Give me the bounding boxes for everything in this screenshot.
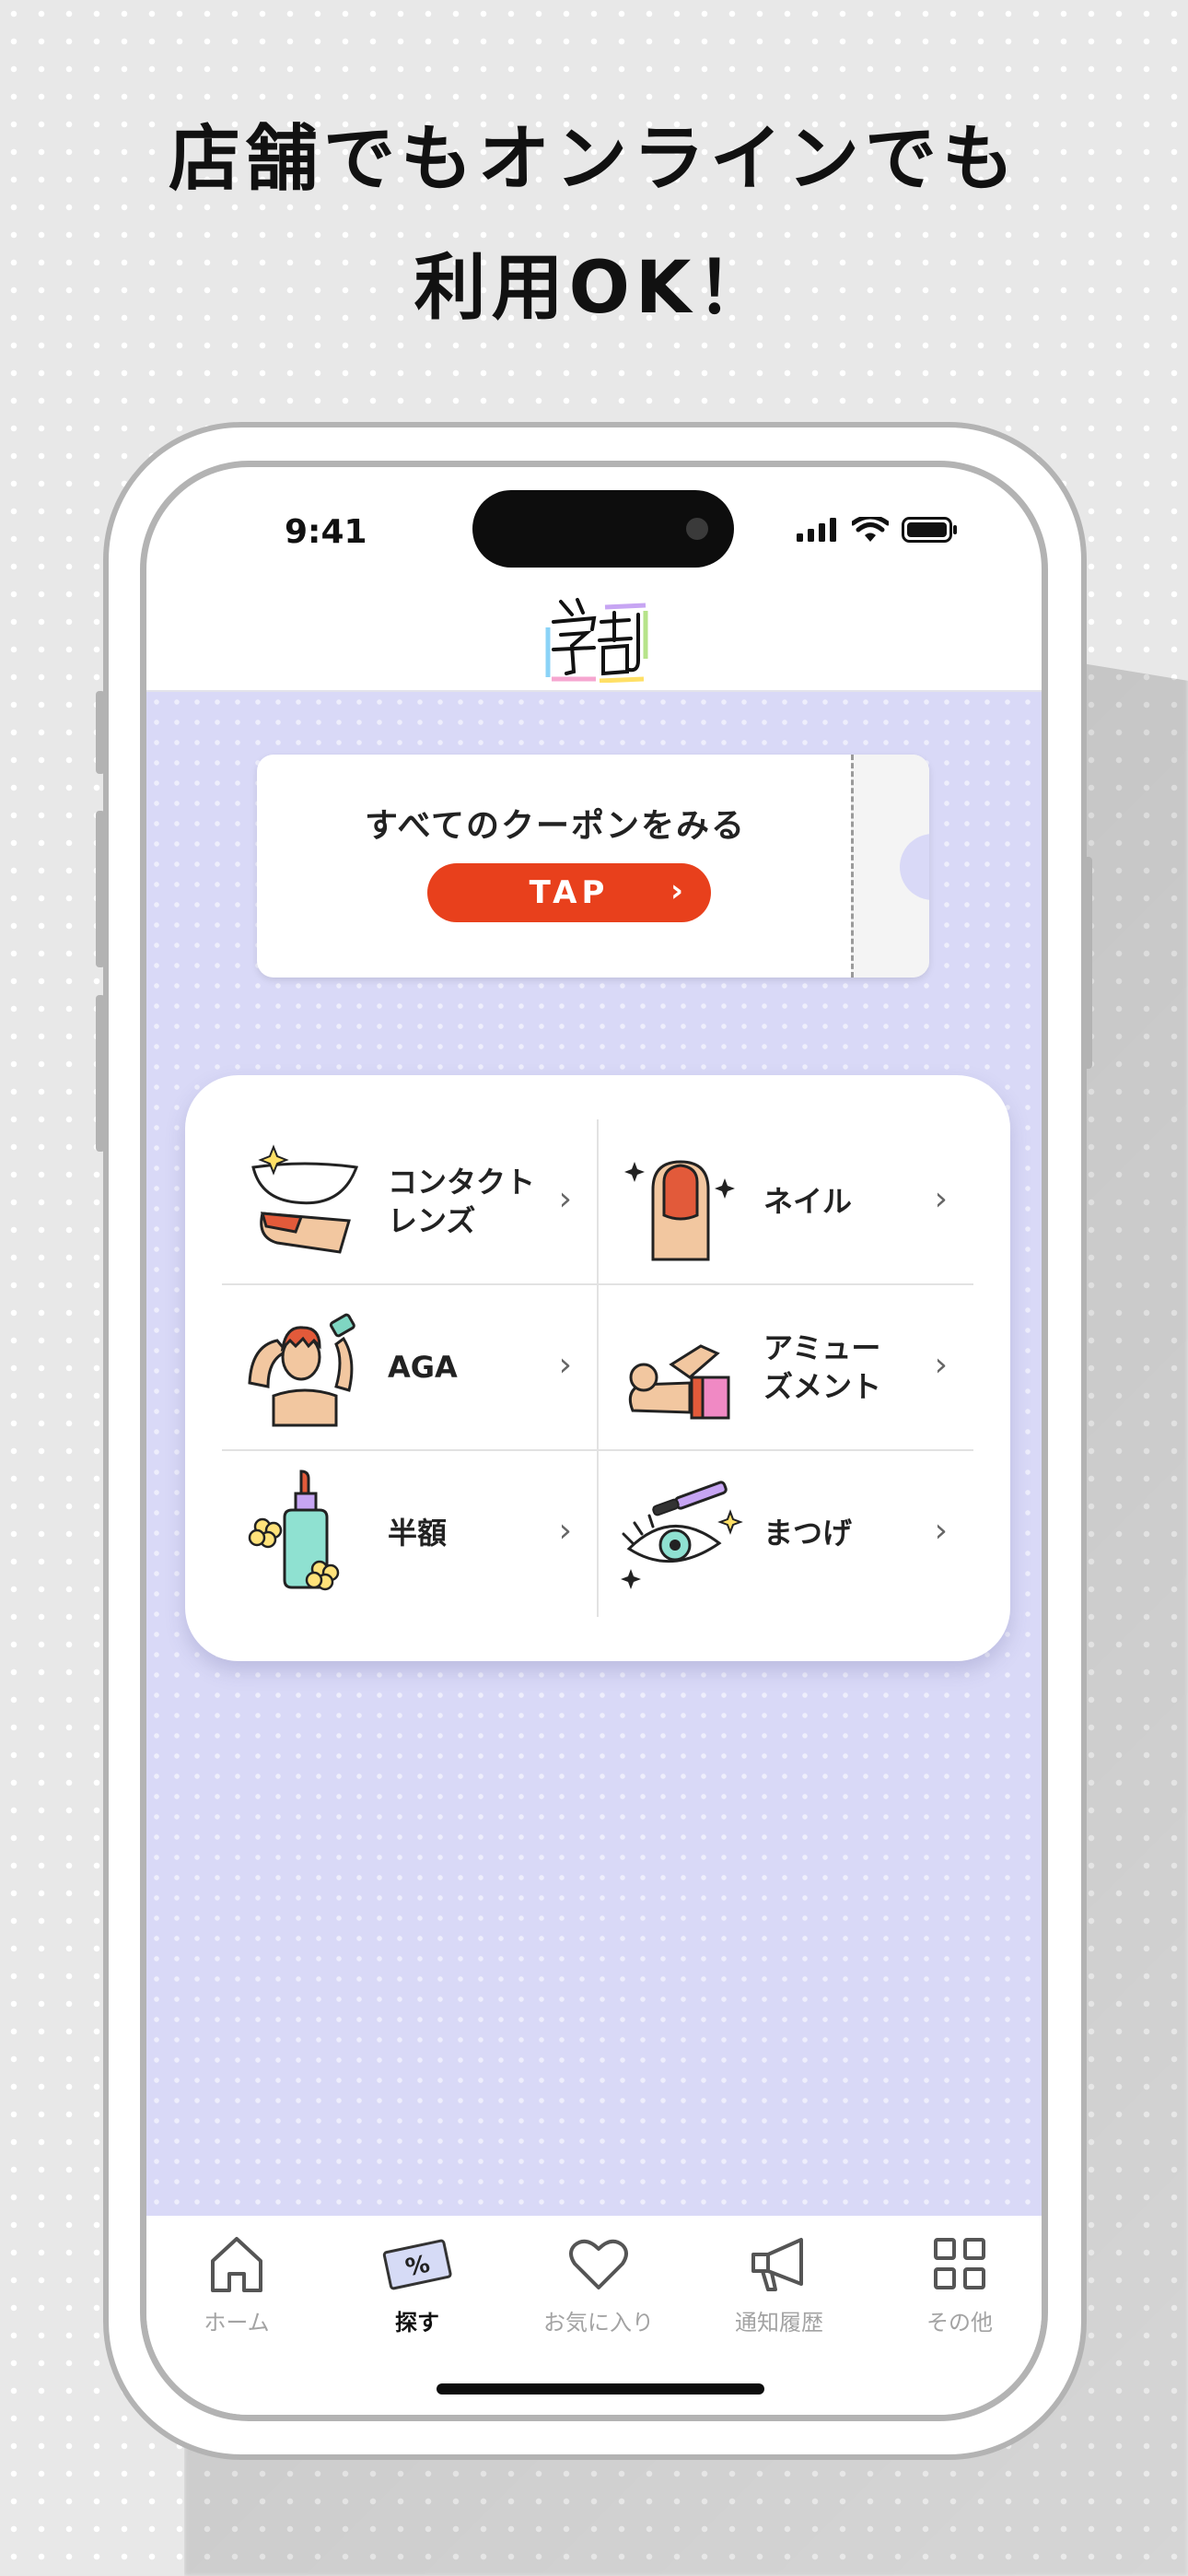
half-price-bottle-icon xyxy=(248,1469,340,1591)
category-contact-lens[interactable]: コンタクト レンズ › xyxy=(222,1119,598,1283)
grid-icon xyxy=(934,2238,985,2289)
dynamic-island xyxy=(472,490,734,568)
chevron-right-icon: › xyxy=(558,1346,572,1384)
status-time: 9:41 xyxy=(285,513,367,551)
category-card: コンタクト レンズ › ネイル › AGA › アミュー ズメント › 半額 ›… xyxy=(185,1075,1010,1661)
megaphone-icon xyxy=(751,2238,803,2291)
chevron-right-icon: › xyxy=(558,1180,572,1218)
tab-label: その他 xyxy=(926,2310,993,2336)
side-button xyxy=(96,811,105,967)
status-bar: 9:41 xyxy=(146,467,1042,587)
tab-search[interactable]: % 探す xyxy=(344,2229,491,2336)
coupon-search-icon: % xyxy=(382,2239,452,2290)
tab-label: ホーム xyxy=(204,2310,270,2336)
chevron-right-icon: › xyxy=(934,1346,948,1384)
tap-button-label: TAP xyxy=(529,874,610,911)
chevron-right-icon: › xyxy=(670,872,683,909)
tap-button[interactable]: TAP › xyxy=(427,863,711,922)
tab-bar: ホーム % 探す お気に入り 通知履歴 その他 xyxy=(146,2216,1042,2415)
app-header xyxy=(146,587,1042,692)
side-button xyxy=(96,995,105,1152)
category-eyelash[interactable]: まつげ › xyxy=(598,1451,973,1615)
side-button xyxy=(96,691,105,774)
category-label: AGA xyxy=(388,1350,458,1385)
headline-line-2: 利用OK！ xyxy=(413,247,775,330)
battery-icon xyxy=(902,517,957,543)
nail-icon xyxy=(624,1160,735,1261)
heart-icon xyxy=(569,2239,628,2289)
side-button xyxy=(1083,857,1092,1069)
camera-icon xyxy=(686,518,708,540)
phone-screen: 9:41 すべてのクーポンをみる TAP › コンタクト レンズ › ネイル ›… xyxy=(140,461,1048,2421)
tab-label: 探す xyxy=(395,2310,439,2336)
tab-other[interactable]: その他 xyxy=(886,2229,1033,2336)
chevron-right-icon: › xyxy=(558,1512,572,1550)
category-amusement[interactable]: アミュー ズメント › xyxy=(598,1285,973,1449)
category-aga[interactable]: AGA › xyxy=(222,1285,598,1449)
main-content: すべてのクーポンをみる TAP › コンタクト レンズ › ネイル › AGA … xyxy=(146,692,1042,2229)
chevron-right-icon: › xyxy=(934,1512,948,1550)
category-grid: コンタクト レンズ › ネイル › AGA › アミュー ズメント › 半額 ›… xyxy=(222,1119,973,1617)
category-label: アミュー ズメント xyxy=(763,1330,882,1404)
tab-label: お気に入り xyxy=(543,2310,654,2336)
hair-growth-icon xyxy=(248,1313,355,1427)
amusement-icon xyxy=(628,1344,730,1420)
wifi-icon xyxy=(852,517,889,542)
contact-lens-icon xyxy=(251,1144,359,1254)
category-label: まつげ xyxy=(763,1516,853,1551)
signal-icon xyxy=(797,518,836,542)
status-icons xyxy=(797,517,959,543)
category-nail[interactable]: ネイル › xyxy=(598,1119,973,1283)
category-label: コンタクト レンズ xyxy=(388,1165,536,1238)
all-coupons-card[interactable]: すべてのクーポンをみる TAP › xyxy=(257,755,929,978)
home-indicator[interactable] xyxy=(437,2383,764,2395)
tab-label: 通知履歴 xyxy=(735,2310,823,2336)
coupon-title: すべてのクーポンをみる xyxy=(364,807,747,845)
app-logo-icon xyxy=(545,598,648,683)
tab-favorites[interactable]: お気に入り xyxy=(525,2229,672,2336)
home-icon xyxy=(211,2237,262,2292)
category-label: 半額 xyxy=(388,1516,448,1551)
tab-notifications[interactable]: 通知履歴 xyxy=(705,2229,853,2336)
tab-home[interactable]: ホーム xyxy=(163,2229,310,2336)
chevron-right-icon: › xyxy=(934,1180,948,1218)
category-label: ネイル xyxy=(763,1184,853,1219)
eyelash-icon xyxy=(621,1481,743,1589)
category-half-price[interactable]: 半額 › xyxy=(222,1451,598,1615)
headline-line-1: 店舗でもオンラインでも xyxy=(168,118,1019,201)
